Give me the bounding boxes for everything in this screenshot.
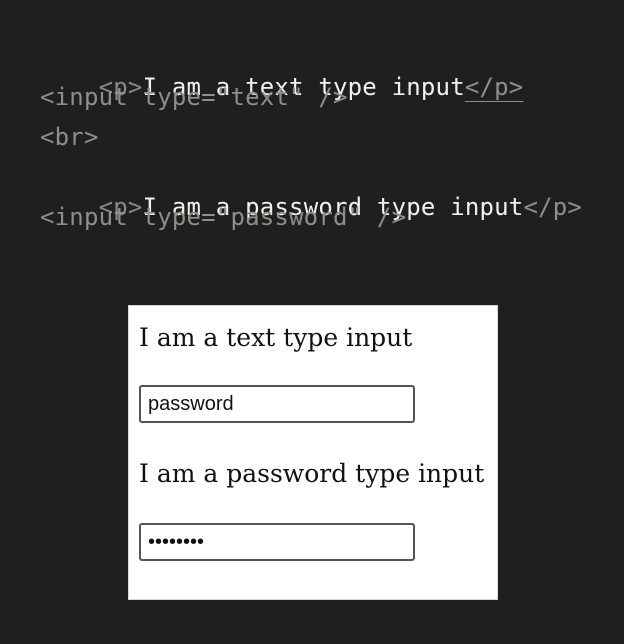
password-input-field[interactable] bbox=[139, 523, 415, 561]
code-line-break: <br> bbox=[40, 123, 99, 151]
text-input-label: I am a text type input bbox=[139, 323, 413, 352]
code-line-password-paragraph: <p>I am a password type input</p> bbox=[40, 162, 600, 221]
text-input-field[interactable] bbox=[139, 385, 415, 423]
code-close-tag: </p> bbox=[464, 73, 524, 101]
html-preview-panel: I am a text type input I am a password t… bbox=[128, 305, 498, 600]
code-line-text-paragraph: <p>I am a text type input</p> bbox=[40, 42, 600, 101]
password-input-label: I am a password type input bbox=[139, 459, 485, 488]
code-close-tag: </p> bbox=[523, 193, 583, 221]
code-snippet: <p>I am a text type input</p> <input typ… bbox=[40, 42, 600, 242]
